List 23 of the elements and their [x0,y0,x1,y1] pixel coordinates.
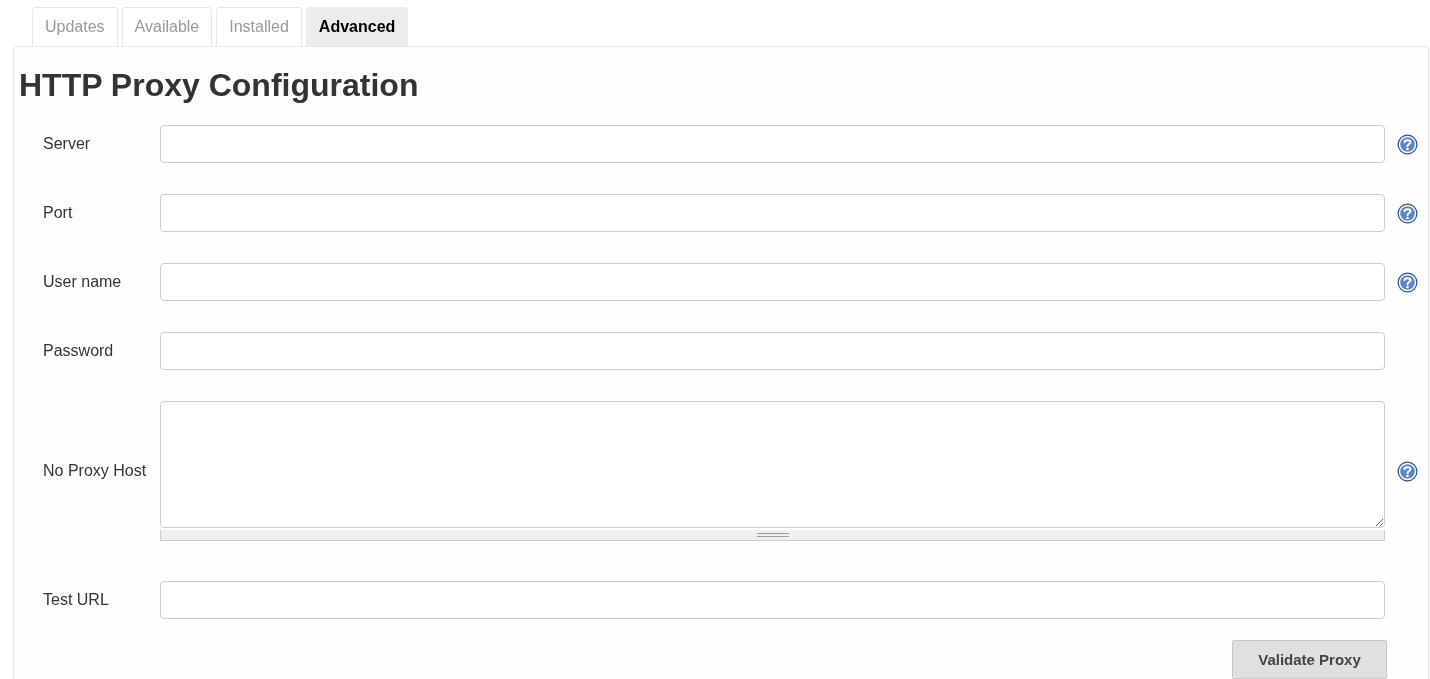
input-field[interactable] [160,263,1385,301]
input-field[interactable] [160,125,1385,163]
field-label: Server [42,135,92,153]
field-label: Test URL [42,591,110,609]
input-field[interactable] [160,194,1385,232]
resize-grip[interactable] [160,530,1385,541]
field-label: Port [42,204,74,222]
tab[interactable]: Available [121,7,213,46]
input-field[interactable] [160,332,1385,370]
help-icon[interactable] [1397,271,1418,293]
tab[interactable]: Updates [32,7,118,46]
section-title: HTTP Proxy Configuration [19,66,420,105]
input-field[interactable] [160,581,1385,619]
field-label: User name [42,273,123,291]
text-area[interactable] [160,401,1385,528]
help-icon[interactable] [1397,133,1418,155]
tab[interactable]: Advanced [305,7,409,46]
field-label: No Proxy Host [42,462,148,480]
field-label: Password [42,342,115,360]
tab[interactable]: Installed [216,7,302,46]
help-icon[interactable] [1397,460,1418,482]
validate-button[interactable]: Validate Proxy [1232,640,1387,679]
help-icon[interactable] [1397,202,1418,224]
